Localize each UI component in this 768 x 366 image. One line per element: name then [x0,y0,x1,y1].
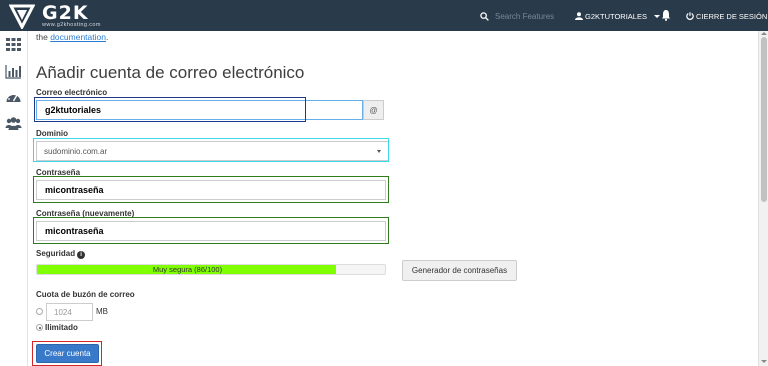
email-field[interactable] [36,100,363,120]
logout-label: CIERRE DE SESIÓN [696,11,768,21]
logo-mark-icon [9,4,35,29]
strength-meter: Muy segura (86/100) [36,264,386,275]
logo-subtitle: www.g2khosting.com [42,22,101,28]
page-title: Añadir cuenta de correo electrónico [36,63,305,82]
scroll-thumb[interactable] [761,37,767,202]
grid-icon[interactable] [5,37,22,52]
documentation-link[interactable]: documentation [50,32,106,42]
logo-text: G2K [42,2,89,24]
strength-label-row: Seguridad i [36,249,86,259]
create-account-button[interactable]: Crear cuenta [36,344,99,363]
logo[interactable]: G2K www.g2khosting.com [9,3,119,29]
users-icon[interactable] [5,116,22,131]
at-addon: @ [363,100,384,120]
page-scrollbar[interactable] [758,31,768,366]
dashboard-gauge-icon[interactable] [5,90,22,105]
quota-unlimited-label: Ilimitado [45,323,78,332]
bar-chart-icon[interactable] [5,64,22,79]
bell-icon[interactable] [661,9,671,21]
sidebar [0,31,28,366]
top-navbar: G2K www.g2khosting.com G2KTUTORIALES [0,0,768,31]
intro-suffix: . [105,32,109,42]
scroll-up-arrow-icon[interactable] [761,32,767,35]
info-icon[interactable]: i [77,251,86,259]
password-again-field[interactable] [36,221,386,241]
domain-label: Dominio [36,129,68,138]
domain-select[interactable]: sudominio.com.ar [36,141,389,161]
email-label: Correo electrónico [36,88,108,97]
strength-meter-text: Muy segura (86/100) [152,265,223,274]
username-label: G2KTUTORIALES [585,11,647,21]
password-label: Contraseña [36,168,81,177]
password-generator-button[interactable]: Generador de contraseñas [402,260,517,281]
app-window: G2K www.g2khosting.com G2KTUTORIALES [0,0,768,366]
user-icon [575,12,583,20]
search-input[interactable] [495,9,567,23]
quota-unlimited-radio[interactable] [36,324,43,331]
search-box[interactable] [480,9,567,23]
quota-limited-radio[interactable] [36,308,43,315]
intro-prefix: the [36,32,48,42]
logout-button[interactable]: CIERRE DE SESIÓN [686,9,767,23]
search-icon [480,11,489,21]
chevron-down-icon [377,150,381,153]
password-again-label: Contraseña (nuevamente) [36,209,135,218]
quota-input[interactable] [46,303,93,321]
chevron-down-icon [653,14,660,18]
intro-text: the documentation. [36,32,108,42]
password-field[interactable] [36,180,386,200]
quota-unit: MB [96,307,108,316]
scroll-down-arrow-icon[interactable] [761,360,767,363]
logout-icon [686,12,694,20]
quota-label: Cuota de buzón de correo [36,290,135,299]
user-menu[interactable]: G2KTUTORIALES [575,9,660,23]
domain-selected-value: sudominio.com.ar [44,146,108,156]
strength-label: Seguridad [36,249,76,258]
